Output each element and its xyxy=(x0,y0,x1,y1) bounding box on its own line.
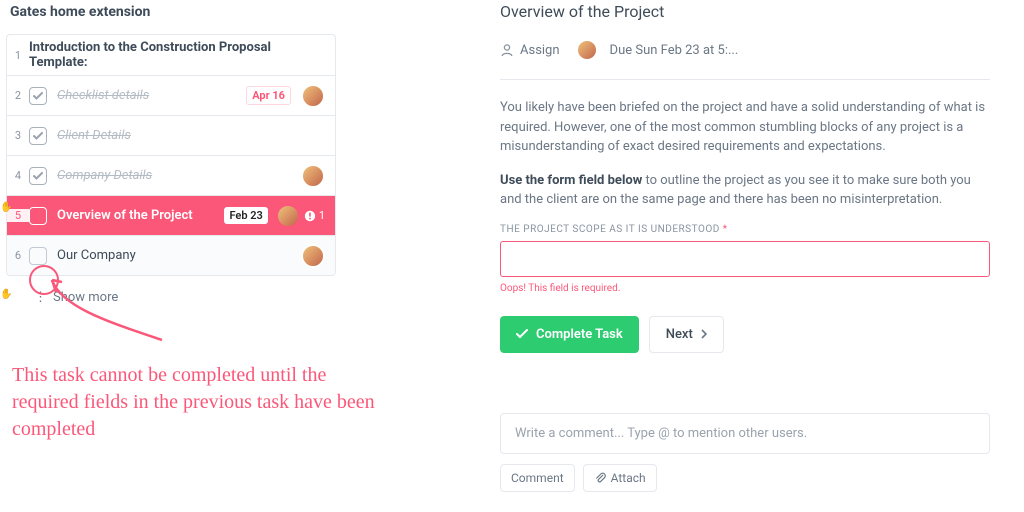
due-date[interactable]: Due Sun Feb 23 at 5:... xyxy=(610,43,739,58)
attach-button[interactable]: Attach xyxy=(583,464,657,492)
task-label: Overview of the Project xyxy=(57,208,224,223)
warning-count: 1 xyxy=(304,209,325,222)
checkbox-icon[interactable] xyxy=(29,127,47,145)
task-number: 1 xyxy=(7,49,29,62)
complete-task-button[interactable]: Complete Task xyxy=(500,316,639,353)
check-icon xyxy=(516,329,528,339)
alert-icon xyxy=(304,210,316,222)
task-number: 4 xyxy=(7,169,29,182)
project-scope-input[interactable] xyxy=(500,241,990,277)
task-row[interactable]: 2 Checklist details Apr 16 xyxy=(7,75,335,115)
avatar[interactable] xyxy=(301,244,325,268)
task-title: Overview of the Project xyxy=(500,2,990,21)
due-badge: Feb 23 xyxy=(224,207,267,224)
assign-button[interactable]: Assign xyxy=(500,43,560,58)
task-number: 2 xyxy=(7,89,29,102)
checkbox-icon[interactable] xyxy=(29,167,47,185)
avatar[interactable] xyxy=(301,164,325,188)
show-more-button[interactable]: ⋮ Show more xyxy=(0,276,336,305)
checkbox-icon[interactable] xyxy=(29,87,47,105)
assignee-avatar[interactable] xyxy=(576,39,598,61)
workflow-title: Gates home extension xyxy=(0,0,336,34)
task-row-active[interactable]: 5 Overview of the Project Feb 23 1 xyxy=(7,195,335,235)
task-row[interactable]: 4 Company Details xyxy=(7,155,335,195)
task-label: Checklist details xyxy=(57,88,246,103)
task-row[interactable]: 3 Client Details xyxy=(7,115,335,155)
user-icon xyxy=(500,43,514,57)
field-label: THE PROJECT SCOPE AS IT IS UNDERSTOOD * xyxy=(500,224,990,235)
avatar[interactable] xyxy=(301,84,325,108)
avatar[interactable] xyxy=(276,204,300,228)
task-row[interactable]: 6 Our Company xyxy=(7,235,335,275)
checkbox-icon[interactable] xyxy=(29,207,47,225)
task-label: Company Details xyxy=(57,168,297,183)
task-meta-bar: Assign Due Sun Feb 23 at 5:... xyxy=(500,33,990,80)
task-label: Client Details xyxy=(57,128,325,143)
due-badge: Apr 16 xyxy=(246,86,291,105)
stop-icon: ✋ xyxy=(0,202,12,213)
stop-icon: ✋ xyxy=(0,289,12,300)
description-paragraph: You likely have been briefed on the proj… xyxy=(500,98,990,157)
chevron-right-icon xyxy=(701,329,707,339)
description-paragraph: Use the form field below to outline the … xyxy=(500,171,990,210)
task-number: 3 xyxy=(7,129,29,142)
field-error: Oops! This field is required. xyxy=(500,283,990,294)
task-number: 6 xyxy=(7,249,29,262)
comment-input[interactable]: Write a comment... Type @ to mention oth… xyxy=(500,413,990,454)
task-list: 1 Introduction to the Construction Propo… xyxy=(6,34,336,276)
more-icon: ⋮ xyxy=(34,290,47,305)
annotation-text: This task cannot be completed until the … xyxy=(12,362,382,443)
task-row-header[interactable]: 1 Introduction to the Construction Propo… xyxy=(7,35,335,75)
paperclip-icon xyxy=(594,472,606,484)
task-label: Our Company xyxy=(57,248,297,263)
comment-button[interactable]: Comment xyxy=(500,464,575,492)
next-button[interactable]: Next xyxy=(649,316,724,353)
checkbox-icon[interactable] xyxy=(29,247,47,265)
task-label: Introduction to the Construction Proposa… xyxy=(29,40,325,70)
